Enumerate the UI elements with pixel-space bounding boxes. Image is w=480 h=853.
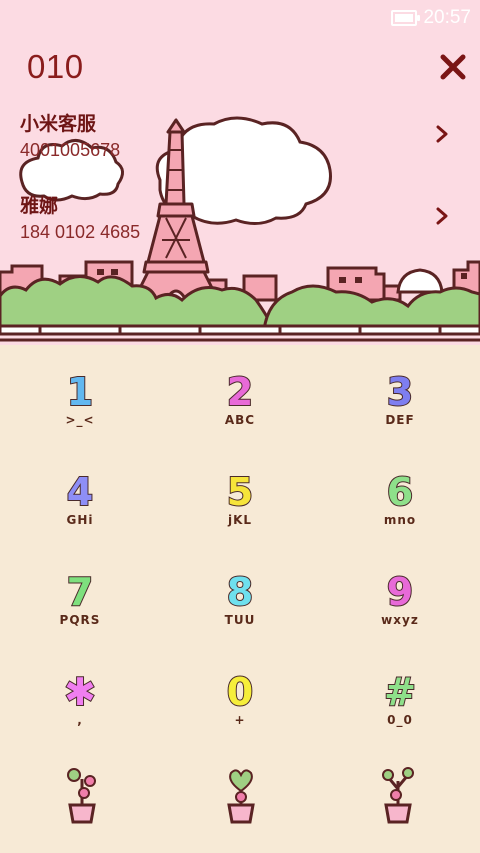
key-8[interactable]: 8 TUU bbox=[160, 545, 320, 645]
battery-icon bbox=[391, 10, 421, 26]
key-0[interactable]: 0 + bbox=[160, 645, 320, 745]
key-letters: PQRS bbox=[59, 613, 101, 627]
contact-name: 雅娜 bbox=[20, 195, 59, 217]
key-letters: 0_0 bbox=[387, 713, 413, 727]
key-digit: 3 bbox=[386, 370, 414, 414]
key-digit: 7 bbox=[66, 570, 94, 614]
key-7[interactable]: 7 PQRS bbox=[0, 545, 160, 645]
contact-suggestion[interactable]: 雅娜 184 0102 4685 bbox=[20, 194, 450, 244]
chevron-right-icon[interactable] bbox=[434, 124, 450, 144]
key-letters: jKL bbox=[227, 513, 253, 527]
key-digit: # bbox=[383, 670, 417, 714]
key-3[interactable]: 3 DEF bbox=[320, 345, 480, 445]
key-letters: >_< bbox=[65, 413, 95, 427]
chevron-right-icon[interactable] bbox=[434, 206, 450, 226]
key-letters: ABC bbox=[224, 413, 256, 427]
clock: 20:57 bbox=[423, 7, 471, 28]
contact-number: 4001005678 bbox=[20, 140, 121, 160]
key-digit: 5 bbox=[226, 470, 254, 514]
key-digit: 2 bbox=[226, 370, 254, 414]
key-digit: 1 bbox=[66, 370, 94, 414]
key-digit: ✱ bbox=[63, 670, 97, 714]
key-letters: DEF bbox=[385, 413, 415, 427]
key-letters: TUU bbox=[224, 613, 256, 627]
dial-keypad: 1 >_< 2 ABC 3 DEF 4 GHi 5 jKL 6 mno 7 PQRS 8 TUU… bbox=[0, 345, 480, 853]
contacts-plant-icon[interactable] bbox=[62, 765, 102, 825]
header-scene: 20:57 010 小米客服 4001005678 雅娜 184 0102 46… bbox=[0, 0, 480, 345]
contact-name: 小米客服 bbox=[20, 113, 97, 135]
key-5[interactable]: 5 jKL bbox=[160, 445, 320, 545]
contact-suggestion[interactable]: 小米客服 4001005678 bbox=[20, 112, 450, 162]
key-letters: , bbox=[77, 713, 83, 727]
key-1[interactable]: 1 >_< bbox=[0, 345, 160, 445]
delete-plant-icon[interactable] bbox=[378, 765, 418, 825]
key-star[interactable]: ✱, bbox=[0, 645, 160, 745]
key-letters: GHi bbox=[66, 513, 94, 527]
call-plant-icon[interactable] bbox=[221, 765, 261, 825]
key-6[interactable]: 6 mno bbox=[320, 445, 480, 545]
key-letters: mno bbox=[383, 513, 417, 527]
key-digit: 8 bbox=[226, 570, 254, 614]
key-digit: 6 bbox=[386, 470, 414, 514]
key-4[interactable]: 4 GHi bbox=[0, 445, 160, 545]
key-digit: 4 bbox=[66, 470, 94, 514]
key-2[interactable]: 2 ABC bbox=[160, 345, 320, 445]
key-digit: 9 bbox=[386, 570, 414, 614]
key-letters: wxyz bbox=[381, 613, 419, 627]
key-hash[interactable]: #0_0 bbox=[320, 645, 480, 745]
contact-number: 184 0102 4685 bbox=[20, 222, 141, 242]
dialed-number-input[interactable]: 010 bbox=[27, 48, 84, 86]
key-digit: 0 bbox=[226, 670, 254, 714]
close-icon[interactable] bbox=[436, 50, 470, 84]
key-9[interactable]: 9 wxyz bbox=[320, 545, 480, 645]
status-bar: 20:57 bbox=[391, 6, 471, 30]
key-letters: + bbox=[234, 713, 246, 727]
